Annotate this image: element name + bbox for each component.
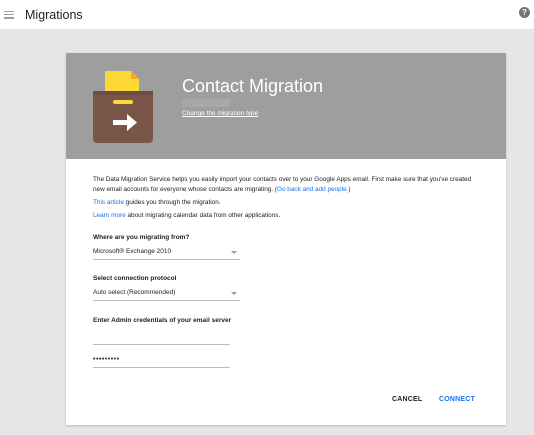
connect-button[interactable]: CONNECT xyxy=(439,396,475,403)
password-value: ••••••••• xyxy=(93,356,120,363)
username-input[interactable] xyxy=(93,331,230,345)
protocol-label: Select connection protocol xyxy=(93,275,177,282)
learn-more-link[interactable]: Learn more xyxy=(93,212,126,219)
migration-card: Contact Migration Change the migration t… xyxy=(66,53,506,425)
article-paragraph: This article guides you through the migr… xyxy=(93,198,483,208)
credentials-label: Enter Admin credentials of your email se… xyxy=(93,317,232,324)
cancel-button[interactable]: CANCEL xyxy=(392,396,422,403)
add-people-link[interactable]: Go back and add people. xyxy=(277,186,348,193)
protocol-value: Auto select (Recommended) xyxy=(93,289,176,296)
card-title: Contact Migration xyxy=(182,76,324,96)
card-header: Contact Migration Change the migration t… xyxy=(66,53,506,159)
password-input[interactable]: ••••••••• xyxy=(93,354,230,368)
learn-paragraph: Learn more about migrating calendar data… xyxy=(93,211,483,221)
protocol-select[interactable]: Auto select (Recommended) xyxy=(93,288,240,301)
migrate-from-select[interactable]: Microsoft® Exchange 2010 xyxy=(93,247,240,260)
article-link[interactable]: This article xyxy=(93,199,124,206)
dropdown-arrow-icon xyxy=(231,251,237,254)
card-description: The Data Migration Service helps you eas… xyxy=(93,175,483,224)
change-migration-type-link[interactable]: Change the migration type xyxy=(182,110,258,117)
dropdown-arrow-icon xyxy=(231,292,237,295)
article-text: guides you through the migration. xyxy=(123,199,221,206)
inbox-archive-icon xyxy=(93,71,153,143)
help-icon[interactable]: ? xyxy=(519,7,530,18)
migrate-from-value: Microsoft® Exchange 2010 xyxy=(93,248,172,255)
learn-text: about migrating calendar data from other… xyxy=(125,212,281,219)
app-title: Migrations xyxy=(25,7,83,22)
hamburger-menu-icon[interactable] xyxy=(4,10,14,19)
migrate-from-label: Where are you migrating from? xyxy=(93,234,190,241)
redacted-text xyxy=(182,99,230,107)
intro-paragraph: The Data Migration Service helps you eas… xyxy=(93,176,472,193)
top-app-bar: Migrations ? xyxy=(0,0,534,29)
